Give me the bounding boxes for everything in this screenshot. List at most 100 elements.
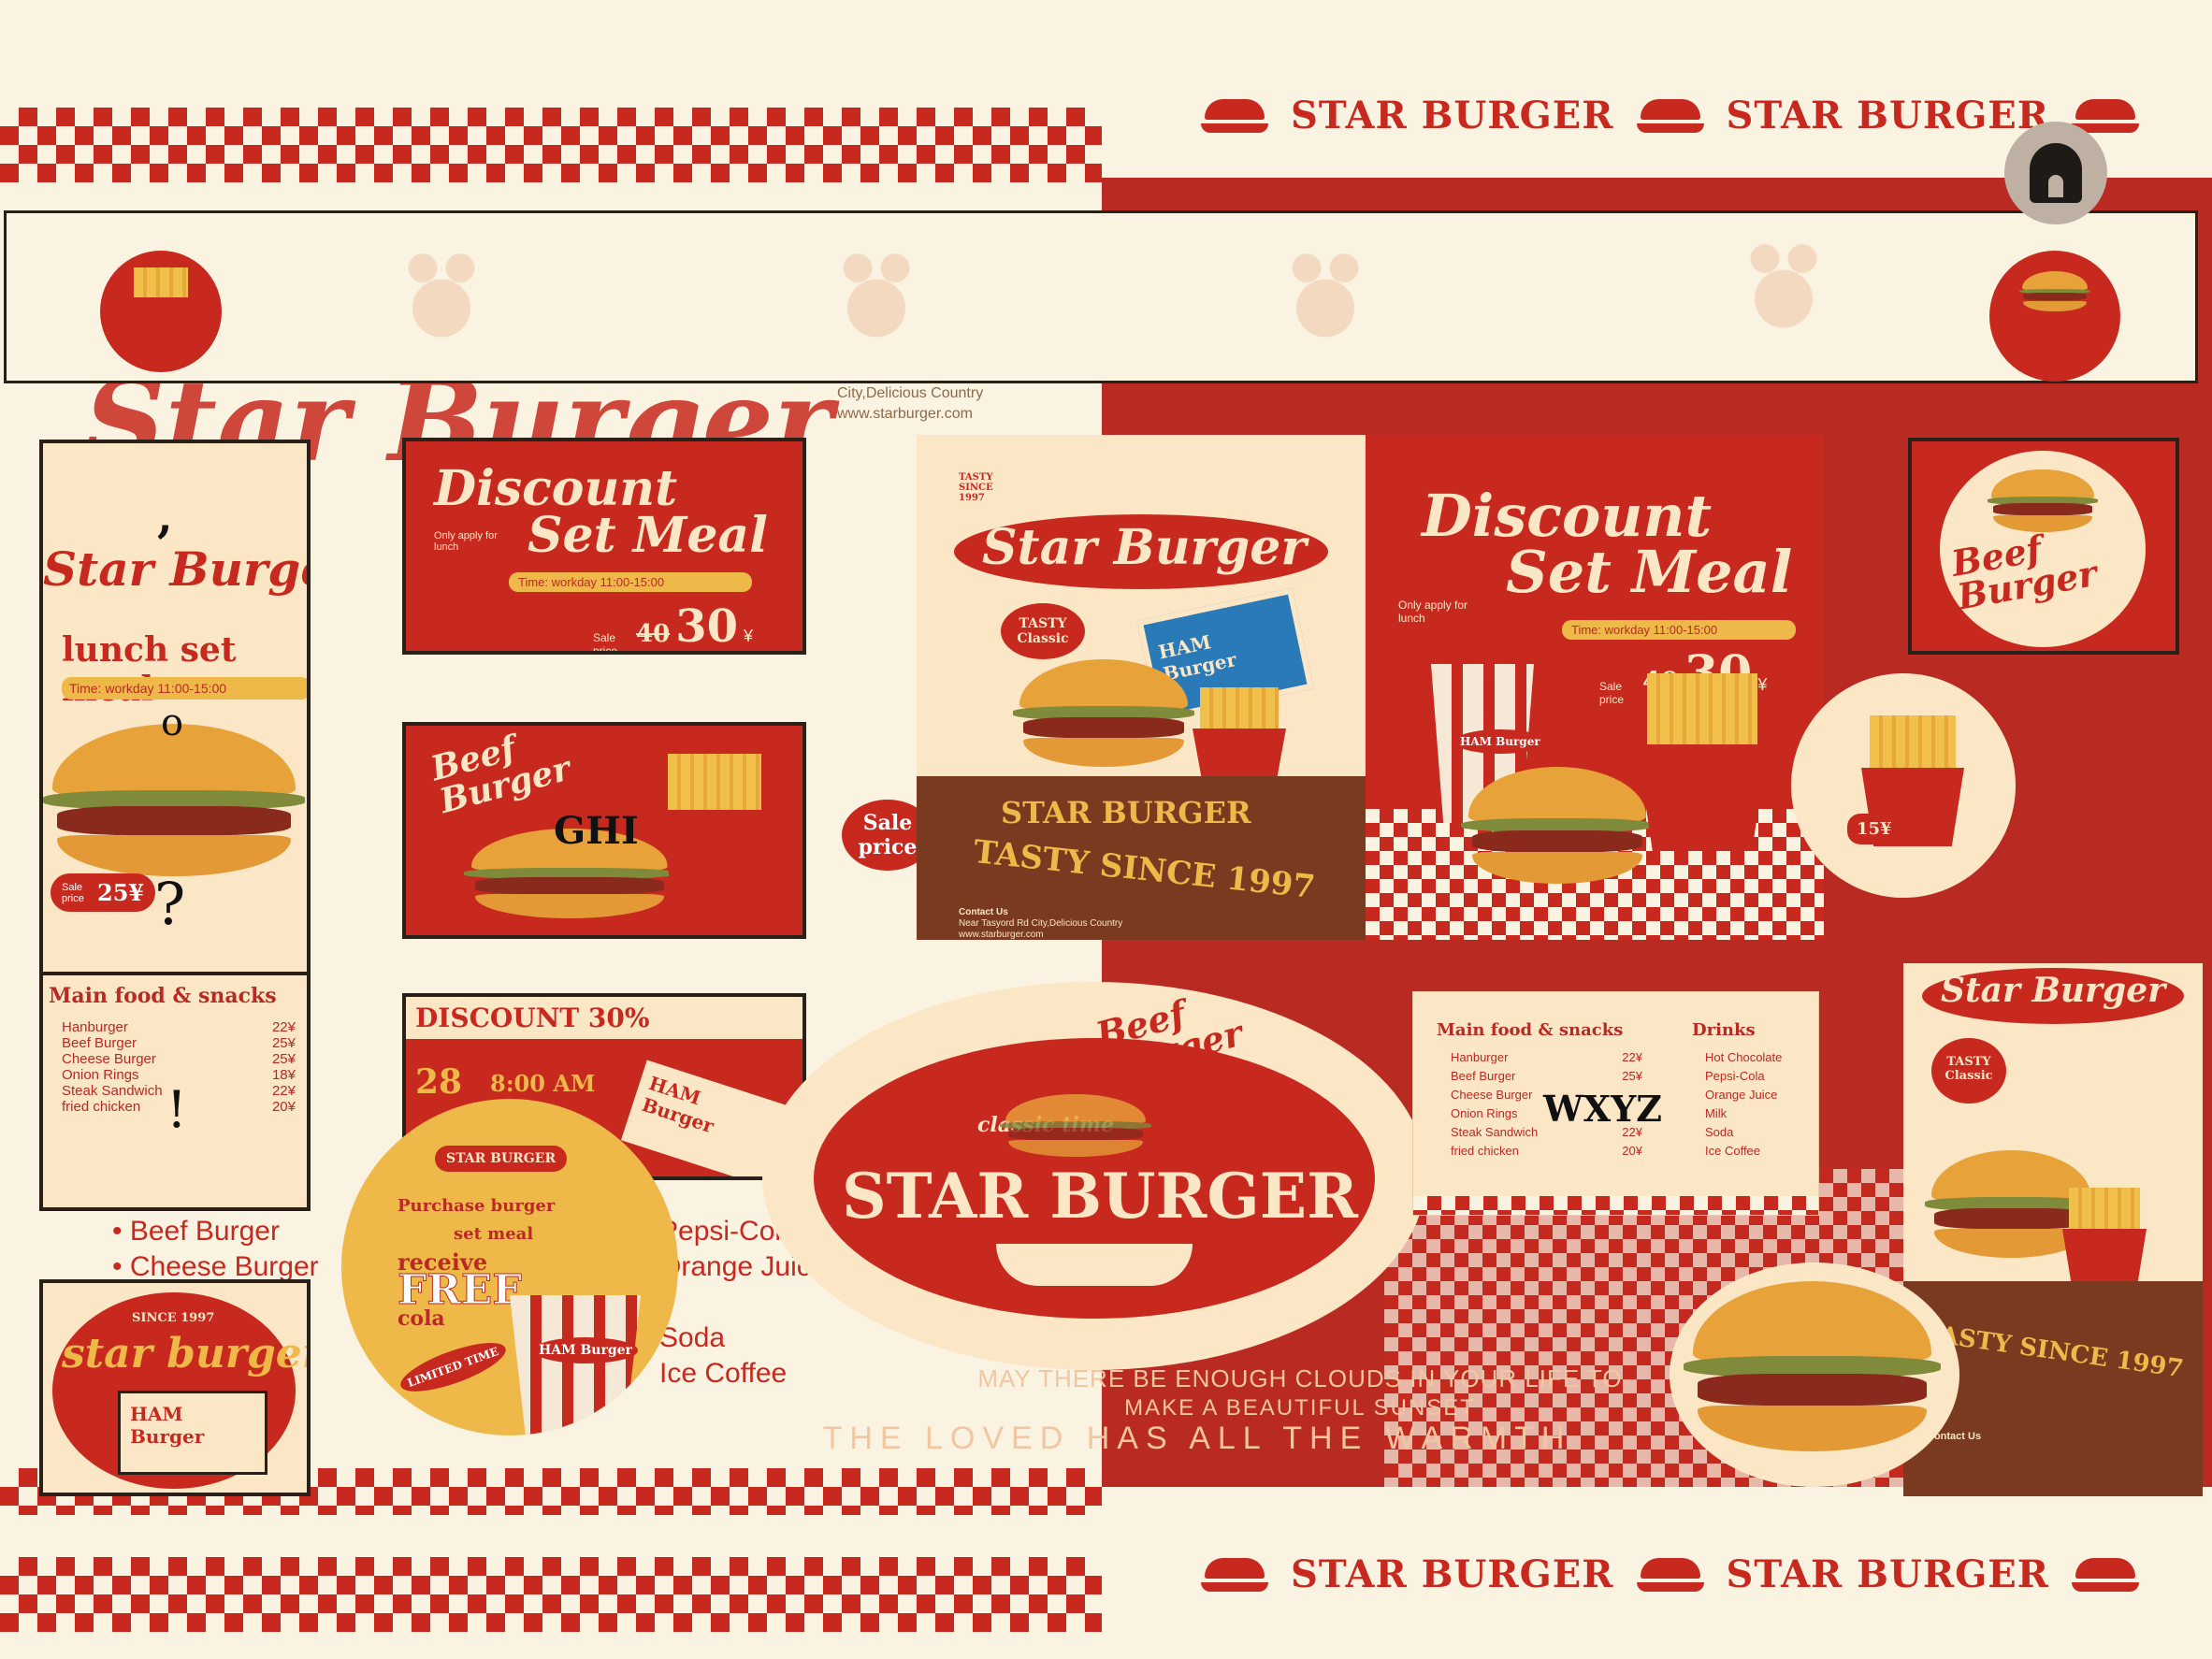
since-1997-card[interactable]: SINCE 1997 star burger HAM Burger — [39, 1279, 311, 1496]
list-item: • Beef Burger — [112, 1216, 280, 1247]
fries-price-badge: 15¥ — [1847, 814, 1901, 844]
thumbnail-2[interactable] — [395, 241, 488, 363]
free-cola-promo[interactable]: STAR BURGER Purchase burger set meal rec… — [341, 1099, 678, 1435]
checker-band-bottom-2 — [0, 1557, 1102, 1632]
menu-row: Hanburger 22¥ — [62, 1019, 296, 1035]
center-logo-oval[interactable]: classic time STAR BURGER BeefBurger — [762, 982, 1426, 1370]
right-time: Time: workday 11:00-15:00 — [1562, 620, 1796, 640]
brand-strip-bottom: STAR BURGER STAR BURGER — [1197, 1552, 2143, 1596]
big-burger-sticker — [1670, 1262, 1959, 1487]
overlay-ghi: GHI — [554, 809, 639, 853]
free-cola-sticker: LIMITED TIME — [395, 1333, 511, 1402]
poster-name: STAR BURGER — [1001, 795, 1251, 830]
lunch-time: Time: workday 11:00-15:00 — [62, 677, 307, 700]
fries-illustration — [658, 754, 771, 894]
menu-row: Orange Juice — [1705, 1088, 1778, 1102]
beef-burger-badge-card[interactable]: Beef Burger — [1908, 438, 2179, 655]
poster-contact: Contact Us Near Tasyord Rd City,Deliciou… — [959, 907, 1123, 940]
overlay-exclaim: ! — [166, 1080, 187, 1139]
banner-note: Only apply for lunch — [434, 530, 498, 553]
lunch-brand: Star Burger — [43, 541, 307, 597]
fries-illustration — [2062, 1188, 2147, 1291]
brand-strip-label: STAR BURGER — [1726, 94, 2049, 137]
brand-strip-top: STAR BURGER STAR BURGER — [1197, 94, 2143, 137]
burger-icon — [1000, 1094, 1151, 1160]
overlay-question: ? — [154, 870, 186, 938]
menu-row: Milk — [1705, 1106, 1728, 1120]
right-poster-brand: Star Burger — [1941, 971, 2166, 1010]
discount-30-date: 28 — [415, 1062, 463, 1102]
lunch-sale-badge: Sale price 25¥ — [51, 873, 156, 912]
right-line-2: Set Meal — [1506, 538, 1793, 606]
burger-icon — [1633, 97, 1708, 135]
brand-strip-label: STAR BURGER — [1726, 1552, 2049, 1596]
brand-strip-label: STAR BURGER — [1291, 94, 1614, 137]
thumbnail-bar — [4, 210, 2198, 383]
burger-icon — [1197, 1556, 1272, 1594]
user-avatar-button[interactable] — [2004, 122, 2107, 224]
user-icon — [2030, 143, 2082, 203]
slogan-line-1: MAY THERE BE ENOUGH CLOUDS IN YOUR LIFE … — [977, 1364, 1623, 1392]
brand-strip-label: STAR BURGER — [1291, 1552, 1614, 1596]
burger-fries-logo-icon — [128, 267, 194, 342]
cola-cup-label: HAM Burger — [533, 1337, 638, 1363]
discount-set-meal-banner[interactable]: Discount Set Meal Only apply for lunch T… — [402, 438, 806, 655]
discount-30-title: DISCOUNT 30% — [406, 997, 802, 1039]
burger-illustration — [1461, 767, 1654, 888]
since-brand: star burger — [62, 1330, 311, 1378]
lunch-sale-label: Sale price — [62, 881, 84, 904]
overlay-wxyz: WXYZ — [1543, 1088, 1663, 1130]
burger-icon — [1633, 1556, 1708, 1594]
fries-badge-circle: 15¥ — [1791, 673, 2016, 898]
background-main-list: • Beef Burger • Cheese Burger — [112, 1214, 319, 1285]
checker-band-top — [0, 108, 1102, 182]
menu-row: Hot Chocolate — [1705, 1050, 1783, 1064]
menu-main-heading: Main food & snacks — [1437, 1020, 1624, 1040]
menu-row: Ice Coffee — [1705, 1144, 1761, 1158]
menu-row: fried chicken 20¥ — [1451, 1144, 1642, 1158]
list-item: Ice Coffee — [659, 1358, 788, 1389]
right-poster-bubble: TASTY Classic — [1931, 1038, 2006, 1104]
slogan-line-2: MAKE A BEAUTIFUL SUNSET — [1124, 1395, 1476, 1421]
center-name: STAR BURGER — [842, 1160, 1358, 1233]
slogan: MAY THERE BE ENOUGH CLOUDS IN YOUR LIFE … — [823, 1363, 1768, 1454]
menu-row: Cheese Burger 25¥ — [62, 1051, 296, 1067]
right-note: Only apply for lunch — [1398, 599, 1468, 625]
cola-cup-icon — [510, 1295, 641, 1435]
thumbnail-4[interactable] — [1279, 241, 1372, 363]
poster-brand: Star Burger — [982, 519, 1307, 576]
fries-illustration — [1193, 687, 1286, 790]
menu-drinks-list: Hot Chocolate Pepsi-Cola Orange Juice Mi… — [1705, 1048, 1782, 1161]
burger-icon — [1197, 97, 1272, 135]
thumbnail-3[interactable] — [830, 241, 923, 363]
background-address: City,Delicious Country — [837, 385, 984, 401]
right-cup-label: HAM Burger — [1454, 729, 1546, 754]
menu-row: Hanburger 22¥ — [1451, 1050, 1642, 1064]
slogan-line-3: THE LOVED HAS ALL THE WARMTH — [822, 1421, 1572, 1456]
poster-tag: TASTY SINCE 1997 — [959, 472, 993, 503]
fries-illustration — [1637, 673, 1768, 851]
discount-30-time: 8:00 AM — [490, 1070, 596, 1097]
background-website: www.starburger.com — [837, 406, 973, 422]
menu-row: Pepsi-Cola — [1705, 1069, 1765, 1083]
right-discount-poster[interactable]: Discount Set Meal Only apply for lunch T… — [1366, 435, 1824, 940]
since-box: HAM Burger — [118, 1391, 267, 1475]
menu-row: Soda — [1705, 1125, 1734, 1139]
burger-illustration — [1683, 1281, 1942, 1459]
since-label: SINCE 1997 — [132, 1311, 215, 1325]
menu-row: Beef Burger 25¥ — [1451, 1069, 1642, 1083]
star-burger-poster[interactable]: TASTY SINCE 1997 Star Burger TASTY Class… — [917, 435, 1366, 940]
banner-price: Sale price 40 30 ¥ — [593, 600, 753, 655]
beef-badge: Beef Burger — [426, 729, 575, 822]
lunch-menu-heading: Main food & snacks — [49, 984, 277, 1008]
banner-line-2: Set Meal — [528, 507, 768, 564]
poster-bubble: TASTY Classic — [1001, 603, 1085, 659]
lunch-sale-value: 25¥ — [97, 879, 145, 906]
burger-illustration — [1012, 659, 1195, 772]
thumbnail-5[interactable] — [1737, 232, 1830, 353]
burger-icon — [2068, 1556, 2143, 1594]
list-item: Soda — [659, 1322, 726, 1353]
thumbnail-1[interactable] — [100, 251, 222, 372]
banner-time: Time: workday 11:00-15:00 — [509, 572, 752, 592]
thumbnail-6[interactable] — [1989, 251, 2120, 382]
